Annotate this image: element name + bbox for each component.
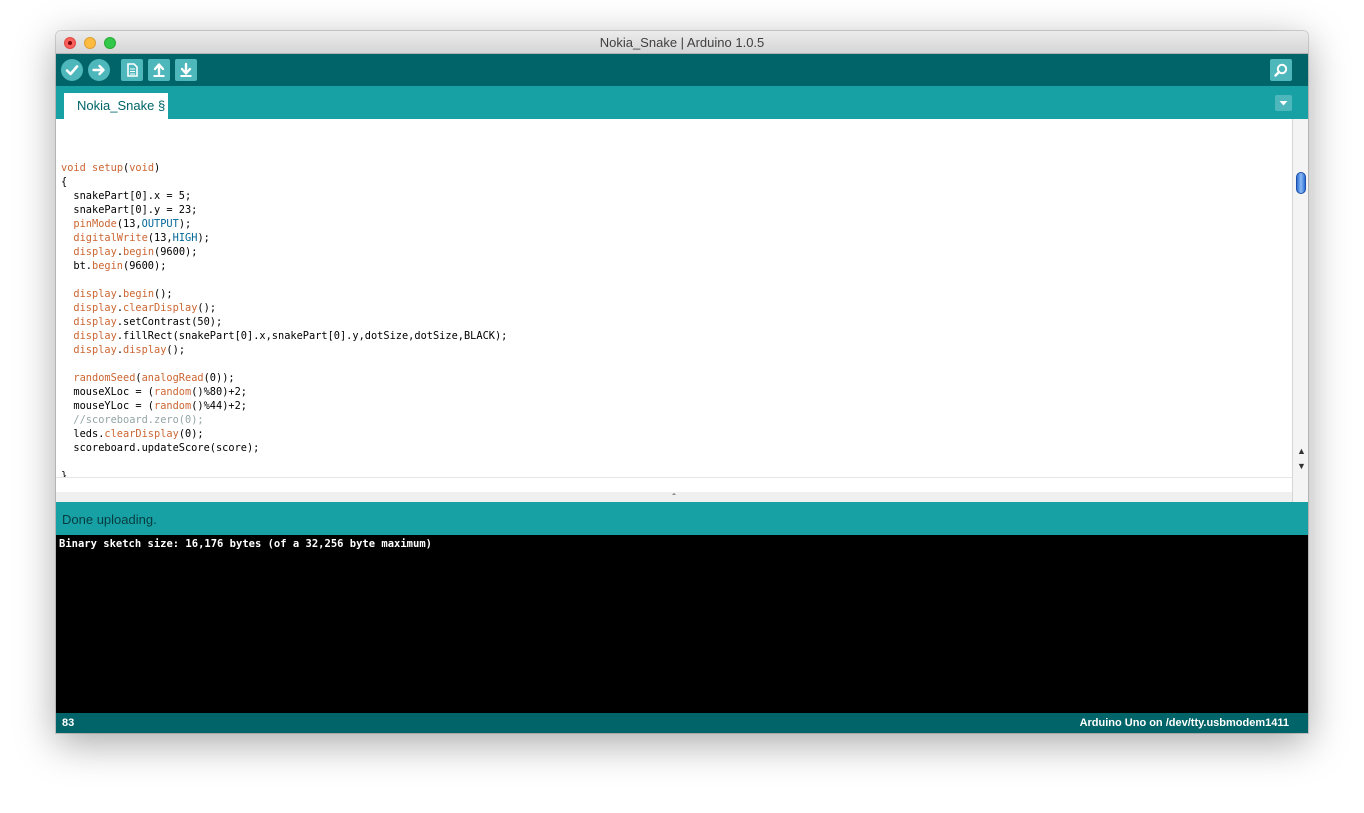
code-editor[interactable]: void setup(void) { snakePart[0].x = 5; s… <box>56 119 1292 477</box>
scroll-down-arrow-icon[interactable]: ▼ <box>1297 461 1306 471</box>
arrow-right-icon <box>92 64 105 76</box>
check-icon <box>65 65 79 76</box>
arduino-window: Nokia_Snake | Arduino 1.0.5 Nokia_Snake … <box>56 31 1308 733</box>
footer-bar: 83 Arduino Uno on /dev/tty.usbmodem1411 <box>56 713 1308 733</box>
scrollbar-thumb[interactable] <box>1296 172 1306 194</box>
tab-menu-button[interactable] <box>1275 95 1292 111</box>
tab-bar: Nokia_Snake § <box>56 86 1308 119</box>
code-text[interactable]: void setup(void) { snakePart[0].x = 5; s… <box>61 147 507 477</box>
scroll-up-arrow-icon[interactable]: ▲ <box>1297 446 1306 456</box>
board-port-label: Arduino Uno on /dev/tty.usbmodem1411 <box>1079 717 1289 729</box>
magnifier-icon <box>1274 63 1288 77</box>
verify-button[interactable] <box>61 59 83 81</box>
line-number: 83 <box>62 717 75 729</box>
title-bar: Nokia_Snake | Arduino 1.0.5 <box>56 31 1308 54</box>
save-sketch-button[interactable] <box>175 59 197 81</box>
tab-nokia-snake[interactable]: Nokia_Snake § <box>64 93 168 119</box>
status-bar: Done uploading. <box>56 502 1308 535</box>
serial-monitor-button[interactable] <box>1270 59 1292 81</box>
new-sketch-button[interactable] <box>121 59 143 81</box>
editor-scrollbar[interactable]: ▲ ▼ <box>1292 119 1308 507</box>
arrow-down-icon <box>180 62 192 77</box>
console-output: Binary sketch size: 16,176 bytes (of a 3… <box>56 535 1308 713</box>
arrow-up-icon <box>153 63 165 77</box>
open-sketch-button[interactable] <box>148 59 170 81</box>
toolbar <box>56 54 1308 86</box>
window-title: Nokia_Snake | Arduino 1.0.5 <box>599 35 765 50</box>
upload-button[interactable] <box>88 59 110 81</box>
document-icon <box>127 63 138 77</box>
triangle-down-icon <box>1279 101 1288 106</box>
